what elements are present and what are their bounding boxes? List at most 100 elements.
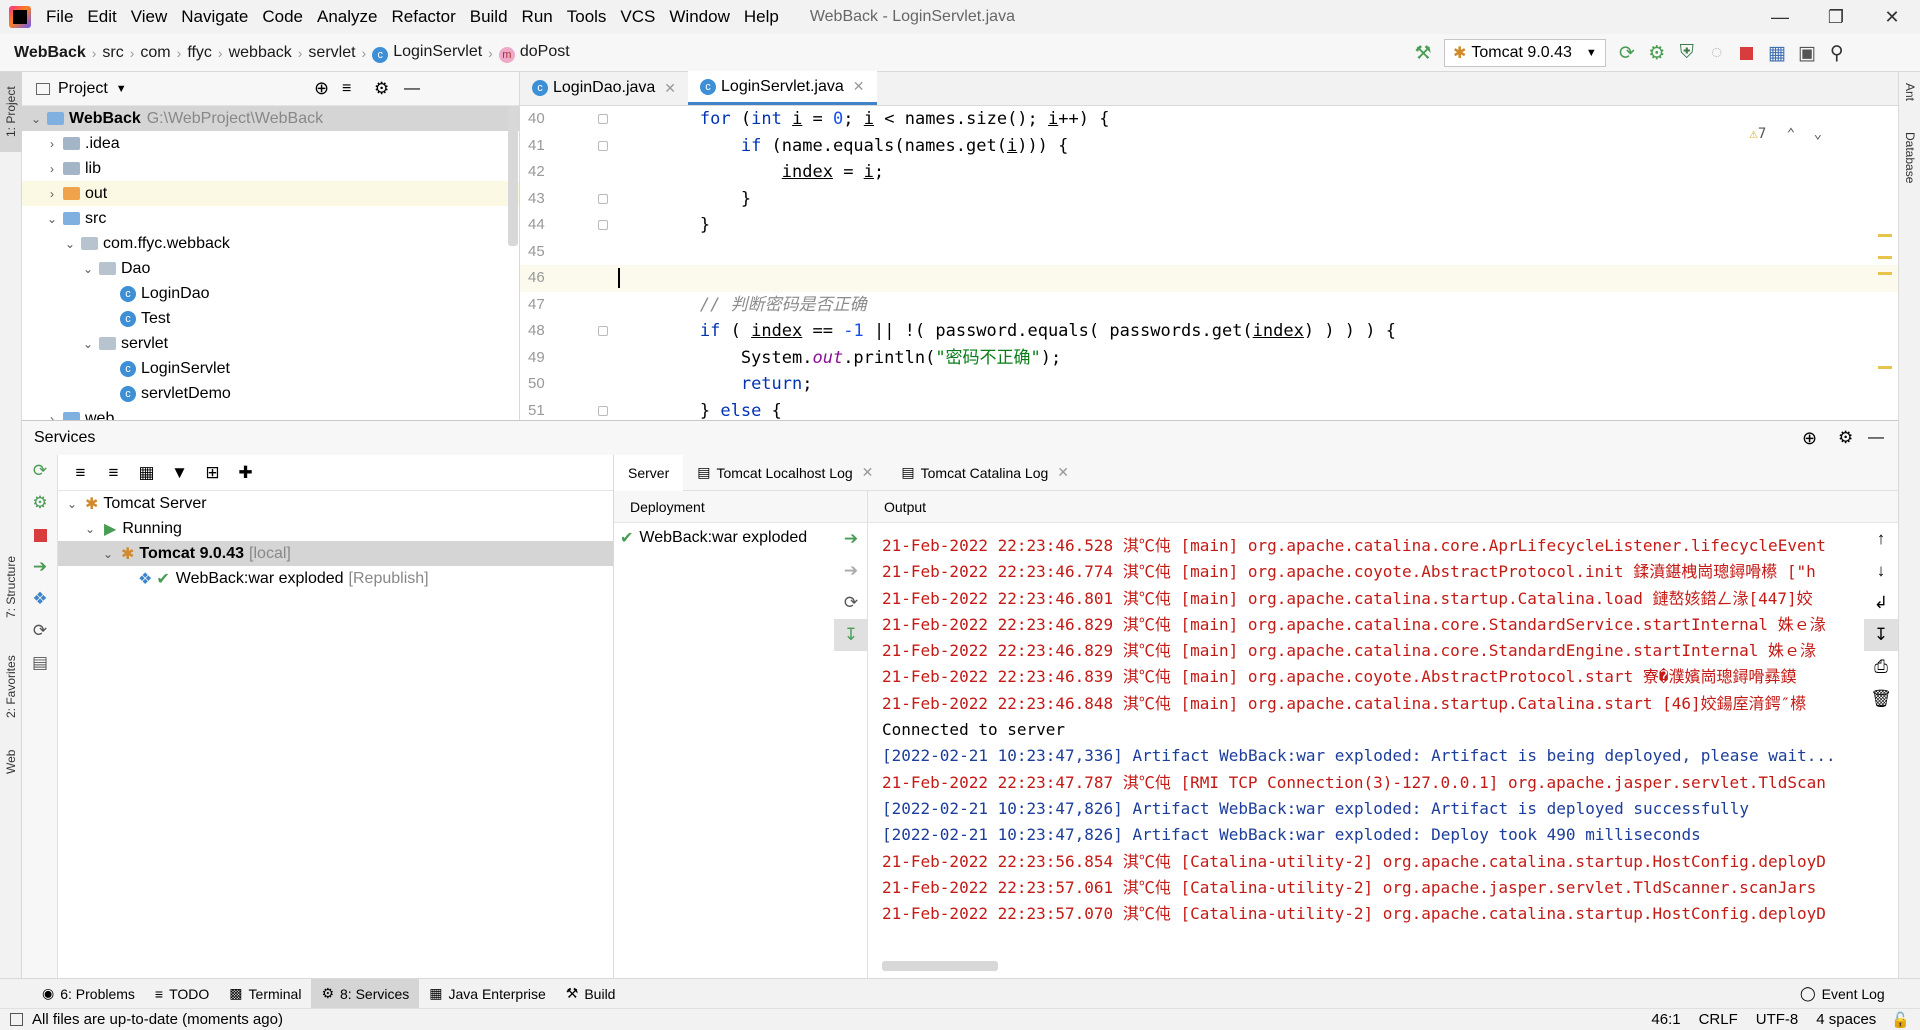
tree-item-loginservlet[interactable]: c LoginServlet: [22, 356, 519, 381]
tool-tab-database[interactable]: Database: [1899, 122, 1920, 194]
code-area[interactable]: for (int i = 0; i < names.size(); i++) {…: [608, 106, 1898, 420]
new-tab-icon[interactable]: ⊞: [196, 458, 229, 488]
group-by-icon[interactable]: ▦: [130, 458, 163, 488]
tree-item-src[interactable]: ⌄ src: [22, 206, 519, 231]
close-tab-icon[interactable]: ✕: [853, 78, 865, 95]
collapse-all-icon[interactable]: ≡: [342, 80, 351, 98]
horizontal-scrollbar[interactable]: [882, 961, 998, 971]
tree-item-dao[interactable]: ⌄ Dao: [22, 256, 519, 281]
deployment-item[interactable]: ✔ WebBack:war exploded: [614, 523, 867, 553]
print-icon[interactable]: ⎙: [1864, 651, 1898, 683]
menu-navigate[interactable]: Navigate: [174, 0, 255, 34]
tab-logindao[interactable]: c LoginDao.java ✕: [520, 71, 688, 105]
locate-target-icon[interactable]: ⊕: [314, 78, 329, 99]
stop-icon[interactable]: [1732, 38, 1762, 68]
tool-tab-todo[interactable]: ≡ TODO: [145, 979, 219, 1009]
hide-panel-icon[interactable]: —: [1868, 429, 1884, 447]
svc-artifact[interactable]: ❖ ✔ WebBack:war exploded [Republish]: [58, 566, 613, 591]
build-hammer-icon[interactable]: ⚒: [1408, 38, 1438, 68]
caret-position[interactable]: 46:1: [1642, 1011, 1689, 1028]
search-icon[interactable]: ⚲: [1822, 38, 1852, 68]
menu-vcs[interactable]: VCS: [613, 0, 662, 34]
tree-item-package[interactable]: ⌄ com.ffyc.webback: [22, 231, 519, 256]
tool-tab-project[interactable]: 1: Project: [0, 72, 22, 152]
close-tab-icon[interactable]: ✕: [1057, 464, 1069, 481]
debug-bug-icon[interactable]: ⚙: [1642, 38, 1672, 68]
tree-item-test[interactable]: c Test: [22, 306, 519, 331]
project-panel-title[interactable]: Project: [58, 80, 108, 98]
menu-view[interactable]: View: [124, 0, 175, 34]
breadcrumb-webback[interactable]: webback: [223, 44, 298, 62]
fold-marker-icon[interactable]: [598, 140, 608, 151]
rerun-icon[interactable]: ⟳: [1612, 38, 1642, 68]
fold-marker-icon[interactable]: [598, 193, 608, 204]
breadcrumb-project[interactable]: WebBack: [0, 44, 92, 62]
tree-item-out[interactable]: › out: [22, 181, 519, 206]
tool-tab-build[interactable]: ⚒ Build: [556, 979, 626, 1009]
expand-all-icon[interactable]: ≡: [64, 458, 97, 488]
fold-marker-icon[interactable]: [598, 114, 608, 124]
menu-help[interactable]: Help: [737, 0, 786, 34]
breadcrumb-src[interactable]: src: [96, 44, 129, 62]
breadcrumb-class[interactable]: c LoginServlet: [366, 43, 488, 63]
tree-item-lib[interactable]: › lib: [22, 156, 519, 181]
file-encoding[interactable]: UTF-8: [1747, 1011, 1808, 1028]
soft-wrap-icon[interactable]: ↲: [1864, 587, 1898, 619]
menu-code[interactable]: Code: [255, 0, 310, 34]
breadcrumb-ffyc[interactable]: ffyc: [181, 44, 218, 62]
tool-tab-structure[interactable]: 7: Structure: [0, 542, 22, 632]
rerun-icon[interactable]: ⟳: [22, 455, 58, 487]
tool-tab-ant[interactable]: Ant: [1899, 72, 1920, 112]
breadcrumb-com[interactable]: com: [134, 44, 176, 62]
lock-icon[interactable]: 🔓: [1891, 1011, 1910, 1029]
project-structure-icon[interactable]: ▦: [1762, 38, 1792, 68]
hide-panel-icon[interactable]: —: [404, 80, 420, 98]
deploy-icon[interactable]: ➔: [22, 551, 58, 583]
svc-tomcat-instance[interactable]: ⌄ ✱ Tomcat 9.0.43 [local]: [58, 541, 613, 566]
tab-server[interactable]: Server: [614, 454, 684, 491]
tool-tab-problems[interactable]: ◉ 6: Problems: [32, 979, 145, 1009]
tree-root-webback[interactable]: ⌄ WebBack G:\WebProject\WebBack: [22, 106, 519, 131]
collapse-all-icon[interactable]: ≡: [97, 458, 130, 488]
run-with-coverage-icon[interactable]: ⛨: [1672, 38, 1702, 68]
fold-marker-icon[interactable]: [598, 326, 608, 336]
tool-tab-services[interactable]: ⚙ 8: Services: [311, 978, 420, 1009]
add-target-icon[interactable]: ⊕: [1802, 428, 1817, 449]
fold-marker-icon[interactable]: [598, 405, 608, 416]
tool-tab-favorites[interactable]: 2: Favorites: [0, 647, 22, 727]
tree-item-servlet[interactable]: ⌄ servlet: [22, 331, 519, 356]
menu-analyze[interactable]: Analyze: [310, 0, 384, 34]
filter-icon[interactable]: ▼: [163, 458, 196, 488]
fold-marker-icon[interactable]: [598, 220, 608, 230]
menu-file[interactable]: File: [39, 0, 80, 34]
debug-bug-icon[interactable]: ⚙: [22, 487, 58, 519]
refresh-icon[interactable]: ⟳: [22, 615, 58, 647]
status-message[interactable]: All files are up-to-date (moments ago): [23, 1011, 292, 1028]
arrow-down-icon[interactable]: ↓: [1864, 555, 1898, 587]
undeploy-icon[interactable]: ➔: [834, 555, 868, 587]
stop-icon[interactable]: [22, 519, 58, 551]
chevron-down-icon[interactable]: ▼: [116, 83, 127, 95]
tab-catalina-log[interactable]: ▤ Tomcat Catalina Log ✕: [887, 455, 1083, 491]
svc-running[interactable]: ⌄ ▶ Running: [58, 516, 613, 541]
indent-setting[interactable]: 4 spaces: [1807, 1011, 1885, 1028]
tab-loginservlet[interactable]: c LoginServlet.java ✕: [688, 71, 877, 105]
layout-icon[interactable]: ▤: [22, 647, 58, 679]
menu-window[interactable]: Window: [662, 0, 736, 34]
breadcrumb-method[interactable]: m doPost: [493, 43, 576, 63]
tab-localhost-log[interactable]: ▤ Tomcat Localhost Log ✕: [683, 455, 887, 491]
menu-refactor[interactable]: Refactor: [384, 0, 462, 34]
warning-stripe-marker[interactable]: [1878, 366, 1892, 369]
deploy-icon[interactable]: ➔: [834, 523, 868, 555]
arrow-up-icon[interactable]: ↑: [1864, 523, 1898, 555]
run-configuration-select[interactable]: ✱ Tomcat 9.0.43 ▼: [1444, 39, 1606, 67]
inspection-widget[interactable]: ⚠7 ⌃ ⌄: [1749, 126, 1822, 142]
profile-icon[interactable]: ◌: [1702, 38, 1732, 68]
chevron-up-icon[interactable]: ⌃: [1787, 126, 1795, 142]
tree-item-logindao[interactable]: c LoginDao: [22, 281, 519, 306]
tool-tab-web[interactable]: Web: [0, 737, 22, 787]
minimize-icon[interactable]: —: [1752, 0, 1808, 34]
close-tab-icon[interactable]: ✕: [664, 80, 676, 97]
warning-stripe-marker[interactable]: [1878, 272, 1892, 275]
refresh-icon[interactable]: ⟳: [834, 587, 868, 619]
